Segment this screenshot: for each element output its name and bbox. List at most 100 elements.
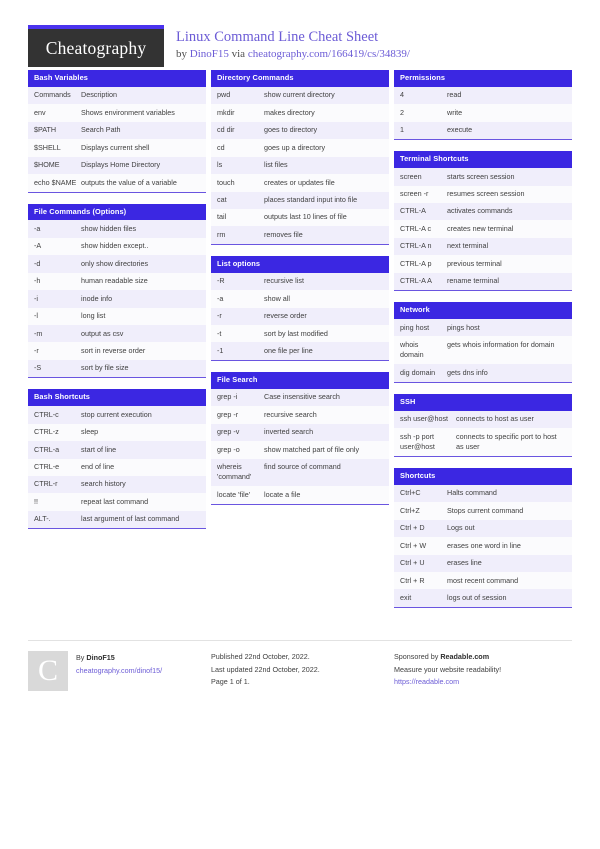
table-row[interactable]: touch creates or updates file — [211, 174, 389, 192]
table-row[interactable]: Ctrl + R most recent command — [394, 572, 572, 590]
table-row[interactable]: cat places standard input into file — [211, 191, 389, 209]
table-row[interactable]: -m output as csv — [28, 325, 206, 343]
page-footer: C By DinoF15 cheatography.com/dinof15/ P… — [28, 640, 572, 691]
table-row[interactable]: CTRL-c stop current execution — [28, 406, 206, 424]
footer-author-link[interactable]: cheatography.com/dinof15/ — [76, 666, 162, 675]
card-bash-variables: Bash Variables Commands Description env Sh… — [28, 70, 206, 193]
table-row[interactable]: CTRL-A A rename terminal — [394, 272, 572, 291]
table-row[interactable]: CTRL-z sleep — [28, 423, 206, 442]
table-row[interactable]: exit logs out of session — [394, 589, 572, 607]
table-row[interactable]: pwd show current directory — [211, 86, 389, 105]
table-row[interactable]: -l long list — [28, 307, 206, 325]
table-row[interactable]: tail outputs last 10 lines of file — [211, 208, 389, 227]
table-row[interactable]: ls list files — [211, 156, 389, 175]
table-row[interactable]: rm removes file — [211, 226, 389, 244]
row-value: resumes screen session — [447, 189, 525, 198]
card-title: Shortcuts — [394, 467, 572, 485]
table-row[interactable]: -S sort by file size — [28, 359, 206, 378]
table-row[interactable]: $SHELL Displays current shell — [28, 139, 206, 157]
cheatography-logo[interactable]: Cheatography — [28, 25, 164, 67]
table-row[interactable]: whois domain gets whois information for d… — [394, 336, 572, 365]
row-value: gets whois information for domain — [447, 339, 555, 349]
card-title: Directory Commands — [211, 70, 389, 87]
table-row[interactable]: grep -r recursive search — [211, 406, 389, 424]
footer-last-updated: Last updated 22nd October, 2022. — [211, 664, 320, 674]
footer-sponsor-name: Readable.com — [440, 652, 490, 661]
row-key: CTRL-A p — [400, 258, 432, 268]
row-key: dig domain — [400, 367, 436, 377]
table-row[interactable]: -d only show directories — [28, 255, 206, 273]
table-row[interactable]: ssh user@host connects to host as user — [394, 410, 572, 429]
row-value: execute — [447, 125, 473, 135]
footer-author-name: DinoF15 — [86, 653, 115, 662]
byline-author-link[interactable]: DinoF15 — [190, 48, 229, 60]
table-row[interactable]: screen starts screen session — [394, 168, 572, 186]
table-row[interactable]: CTRL-A c creates new terminal — [394, 220, 572, 238]
table-row[interactable]: CTRL-r search history — [28, 475, 206, 494]
row-key: -A — [34, 241, 42, 251]
row-value: write — [447, 107, 463, 117]
table-row[interactable]: CTRL-A p previous terminal — [394, 255, 572, 273]
card-shortcuts: Shortcuts Ctrl+C Halts command Ctrl+Z Stop… — [394, 467, 572, 608]
row-value: show current directory — [264, 90, 335, 100]
table-row[interactable]: cd goes up a directory — [211, 139, 389, 157]
table-row[interactable]: -A show hidden except.. — [28, 237, 206, 256]
table-row[interactable]: ping host pings host — [394, 319, 572, 337]
row-value: activates commands — [447, 206, 513, 216]
table-row[interactable]: 4 read — [394, 86, 572, 105]
table-row[interactable]: -t sort by last modified — [211, 325, 389, 343]
table-row[interactable]: CTRL-e end of line — [28, 458, 206, 476]
table-row[interactable]: CTRL-A activates commands — [394, 202, 572, 221]
table-row[interactable]: 2 write — [394, 104, 572, 122]
table-row[interactable]: 1 execute — [394, 121, 572, 140]
table-row[interactable]: grep -v inverted search — [211, 423, 389, 442]
table-row[interactable]: Ctrl+C Halts command — [394, 484, 572, 503]
table-row[interactable]: echo $NAME outputs the value of a variabl… — [28, 174, 206, 192]
table-row[interactable]: -a show all — [211, 290, 389, 308]
table-row[interactable]: -i inode info — [28, 290, 206, 308]
avatar: C — [28, 651, 68, 691]
row-key: mkdir — [217, 107, 235, 117]
row-key: env — [34, 107, 46, 117]
table-row[interactable]: whereis 'command' find source of command — [211, 458, 389, 487]
row-key: screen — [400, 171, 422, 181]
row-key: -r — [217, 311, 222, 321]
row-key: CTRL-z — [34, 427, 59, 437]
footer-sponsor-link[interactable]: https://readable.com — [394, 677, 459, 686]
table-row[interactable]: -h human readable size — [28, 272, 206, 291]
table-row[interactable]: env Shows environment variables — [28, 104, 206, 122]
row-value: recursive list — [264, 276, 304, 286]
table-row[interactable]: -R recursive list — [211, 272, 389, 291]
footer-page-number: Page 1 of 1. — [211, 677, 250, 687]
table-row[interactable]: ssh -p port user@host connects to specifi… — [394, 428, 572, 456]
footer-sponsor-line: Sponsored by Readable.com — [394, 651, 572, 664]
byline-source-link[interactable]: cheatography.com/166419/cs/34839/ — [248, 48, 410, 60]
table-row[interactable]: locate 'file' locate a file — [211, 486, 389, 504]
table-row[interactable]: -r sort in reverse order — [28, 342, 206, 360]
table-row[interactable]: ALT-. last argument of last command — [28, 510, 206, 529]
table-row[interactable]: dig domain gets dns info — [394, 364, 572, 382]
table-row[interactable]: !! repeat last command — [28, 493, 206, 511]
table-row[interactable]: screen -r resumes screen session — [394, 185, 572, 203]
table-row[interactable]: mkdir makes directory — [211, 104, 389, 122]
table-row[interactable]: $HOME Displays Home Directory — [28, 156, 206, 175]
row-value: goes up a directory — [264, 142, 326, 152]
row-key: -R — [217, 276, 225, 286]
table-row[interactable]: Ctrl + W erases one word in line — [394, 537, 572, 555]
table-row[interactable]: Commands Description — [28, 86, 206, 105]
table-row[interactable]: -a show hidden files — [28, 220, 206, 238]
table-row[interactable]: $PATH Search Path — [28, 121, 206, 140]
table-row[interactable]: -1 one file per line — [211, 342, 389, 360]
table-row[interactable]: grep -o show matched part of file only — [211, 441, 389, 459]
table-row[interactable]: grep -i Case insensitive search — [211, 388, 389, 407]
table-row[interactable]: cd dir goes to directory — [211, 121, 389, 140]
row-value: Logs out — [447, 523, 475, 533]
row-key: CTRL-a — [34, 444, 60, 454]
table-row[interactable]: Ctrl+Z Stops current command — [394, 502, 572, 520]
table-row[interactable]: CTRL-a start of line — [28, 441, 206, 459]
table-row[interactable]: CTRL-A n next terminal — [394, 237, 572, 256]
table-row[interactable]: Ctrl + U erases line — [394, 554, 572, 572]
table-row[interactable]: -r reverse order — [211, 307, 389, 325]
row-value: sort in reverse order — [81, 345, 146, 355]
table-row[interactable]: Ctrl + D Logs out — [394, 519, 572, 538]
